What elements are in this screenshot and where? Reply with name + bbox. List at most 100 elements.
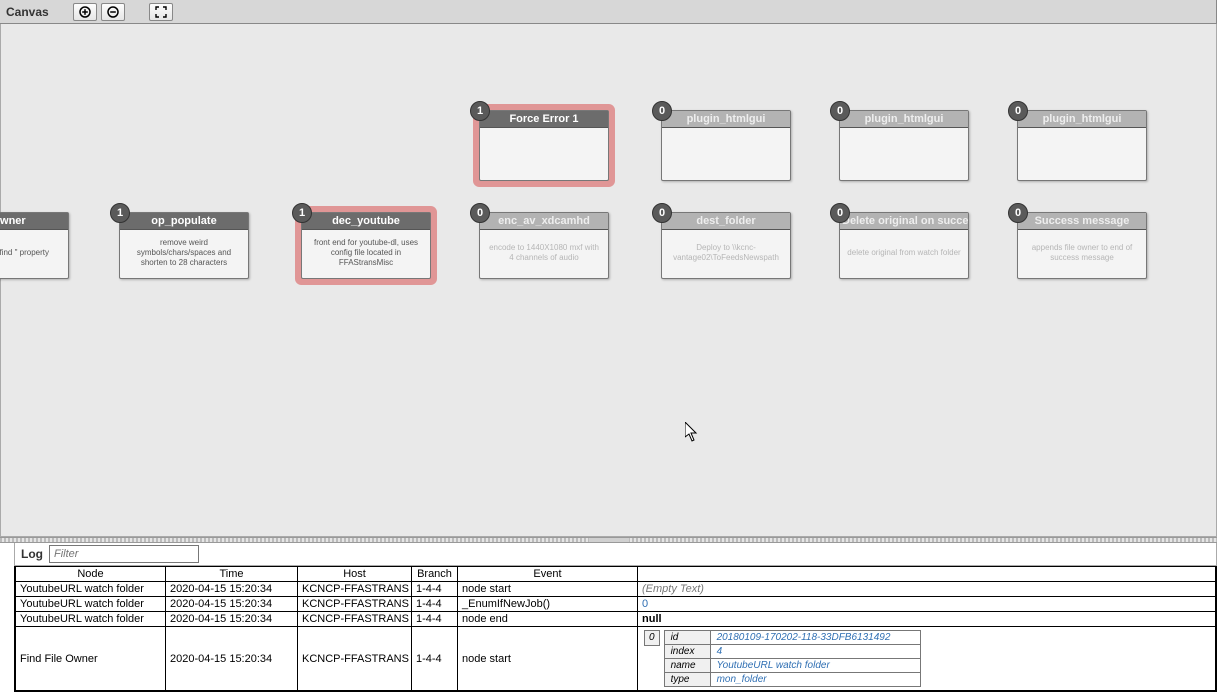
log-cell-detail: null	[638, 612, 1216, 627]
log-cell-node: Find File Owner	[16, 627, 166, 691]
node-title: Delete original on success	[840, 213, 968, 230]
node-desc: remove weird symbols/chars/spaces and sh…	[120, 230, 248, 278]
node-count-badge: 0	[652, 203, 672, 223]
kv-val: mon_folder	[710, 673, 920, 687]
log-cell-time: 2020-04-15 15:20:34	[166, 612, 298, 627]
log-cell-branch: 1-4-4	[412, 612, 458, 627]
node-desc: ell script to find " property	[0, 230, 68, 278]
workflow-canvas[interactable]: e Ownerell script to find " property1op_…	[0, 24, 1217, 537]
kv-row: index4	[664, 645, 920, 659]
log-row[interactable]: YoutubeURL watch folder2020-04-15 15:20:…	[16, 612, 1216, 627]
toolbar-buttons	[73, 3, 125, 21]
node-desc	[480, 128, 608, 180]
canvas-toolbar: Canvas	[0, 0, 1217, 24]
log-row[interactable]: Find File Owner2020-04-15 15:20:34KCNCP-…	[16, 627, 1216, 691]
node-succ[interactable]: 0Success messageappends file owner to en…	[1017, 212, 1147, 279]
node-title: e Owner	[0, 213, 68, 230]
node-count-badge: 0	[830, 101, 850, 121]
log-cell-detail: 0	[638, 597, 1216, 612]
log-col-header[interactable]: Host	[298, 567, 412, 582]
node-desc: delete original from watch folder	[840, 230, 968, 278]
log-cell-host: KCNCP-FFASTRANS	[298, 612, 412, 627]
node-dec[interactable]: 1dec_youtubefront end for youtube-dl, us…	[301, 212, 431, 279]
plus-circle-icon	[79, 6, 91, 18]
node-plug1[interactable]: 0plugin_htmlgui	[661, 110, 791, 181]
kv-val: 4	[710, 645, 920, 659]
log-cell-branch: 1-4-4	[412, 582, 458, 597]
log-header-row: NodeTimeHostBranchEvent	[16, 567, 1216, 582]
detail-value: 0	[642, 598, 648, 610]
node-plug3[interactable]: 0plugin_htmlgui	[1017, 110, 1147, 181]
log-cell-event: node start	[458, 627, 638, 691]
log-col-header[interactable]: Event	[458, 567, 638, 582]
detail-empty: (Empty Text)	[642, 583, 704, 595]
node-enc[interactable]: 0enc_av_xdcamhdencode to 1440X1080 mxf w…	[479, 212, 609, 279]
kv-key: index	[664, 645, 710, 659]
log-title: Log	[21, 547, 43, 561]
node-count-badge: 0	[652, 101, 672, 121]
log-cell-time: 2020-04-15 15:20:34	[166, 582, 298, 597]
minus-circle-icon	[107, 6, 119, 18]
node-desc: Deploy to \\kcnc-vantage02\ToFeedsNewspa…	[662, 230, 790, 278]
kv-row: id20180109-170202-118-33DFB6131492	[664, 631, 920, 645]
log-cell-node: YoutubeURL watch folder	[16, 597, 166, 612]
log-cell-time: 2020-04-15 15:20:34	[166, 597, 298, 612]
node-pop[interactable]: 1op_populateremove weird symbols/chars/s…	[119, 212, 249, 279]
log-col-header[interactable]: Node	[16, 567, 166, 582]
node-plug2[interactable]: 0plugin_htmlgui	[839, 110, 969, 181]
node-title: Success message	[1018, 213, 1146, 230]
node-count-badge: 0	[830, 203, 850, 223]
log-col-header[interactable]: Time	[166, 567, 298, 582]
log-bar: Log	[14, 543, 1217, 566]
node-title: enc_av_xdcamhd	[480, 213, 608, 230]
node-title: plugin_htmlgui	[840, 111, 968, 128]
node-del[interactable]: 0Delete original on successdelete origin…	[839, 212, 969, 279]
canvas-title: Canvas	[6, 5, 49, 19]
log-row[interactable]: YoutubeURL watch folder2020-04-15 15:20:…	[16, 597, 1216, 612]
node-count-badge: 0	[1008, 101, 1028, 121]
fit-icon	[155, 6, 167, 18]
kv-index: 0	[644, 630, 660, 646]
node-title: op_populate	[120, 213, 248, 230]
node-title: plugin_htmlgui	[1018, 111, 1146, 128]
node-title: plugin_htmlgui	[662, 111, 790, 128]
kv-val: YoutubeURL watch folder	[710, 659, 920, 673]
kv-block: 0 id20180109-170202-118-33DFB6131492index…	[642, 628, 1211, 689]
log-cell-host: KCNCP-FFASTRANS	[298, 627, 412, 691]
log-col-header[interactable]	[638, 567, 1216, 582]
node-dest[interactable]: 0dest_folderDeploy to \\kcnc-vantage02\T…	[661, 212, 791, 279]
zoom-out-button[interactable]	[101, 3, 125, 21]
log-cell-event: _EnumIfNewJob()	[458, 597, 638, 612]
node-count-badge: 0	[1008, 203, 1028, 223]
log-cell-time: 2020-04-15 15:20:34	[166, 627, 298, 691]
zoom-in-button[interactable]	[73, 3, 97, 21]
kv-key: id	[664, 631, 710, 645]
log-col-header[interactable]: Branch	[412, 567, 458, 582]
log-cell-branch: 1-4-4	[412, 627, 458, 691]
log-filter-input[interactable]	[49, 545, 199, 563]
node-desc	[1018, 128, 1146, 180]
log-cell-node: YoutubeURL watch folder	[16, 612, 166, 627]
detail-null: null	[642, 613, 662, 625]
node-title: dest_folder	[662, 213, 790, 230]
fit-button[interactable]	[149, 3, 173, 21]
node-title: dec_youtube	[302, 213, 430, 230]
node-desc: appends file owner to end of success mes…	[1018, 230, 1146, 278]
node-desc: encode to 1440X1080 mxf with 4 channels …	[480, 230, 608, 278]
mouse-cursor-icon	[685, 422, 699, 442]
toolbar-buttons-2	[149, 3, 173, 21]
log-cell-branch: 1-4-4	[412, 597, 458, 612]
node-force[interactable]: 1Force Error 1	[479, 110, 609, 181]
node-count-badge: 1	[110, 203, 130, 223]
log-row[interactable]: YoutubeURL watch folder2020-04-15 15:20:…	[16, 582, 1216, 597]
node-desc	[840, 128, 968, 180]
log-cell-detail: (Empty Text)	[638, 582, 1216, 597]
log-cell-node: YoutubeURL watch folder	[16, 582, 166, 597]
kv-val: 20180109-170202-118-33DFB6131492	[710, 631, 920, 645]
kv-key: name	[664, 659, 710, 673]
log-table-wrap: NodeTimeHostBranchEvent YoutubeURL watch…	[14, 566, 1217, 692]
node-owner[interactable]: e Ownerell script to find " property	[0, 212, 69, 279]
kv-row: typemon_folder	[664, 673, 920, 687]
node-title: Force Error 1	[480, 111, 608, 128]
node-count-badge: 1	[470, 101, 490, 121]
